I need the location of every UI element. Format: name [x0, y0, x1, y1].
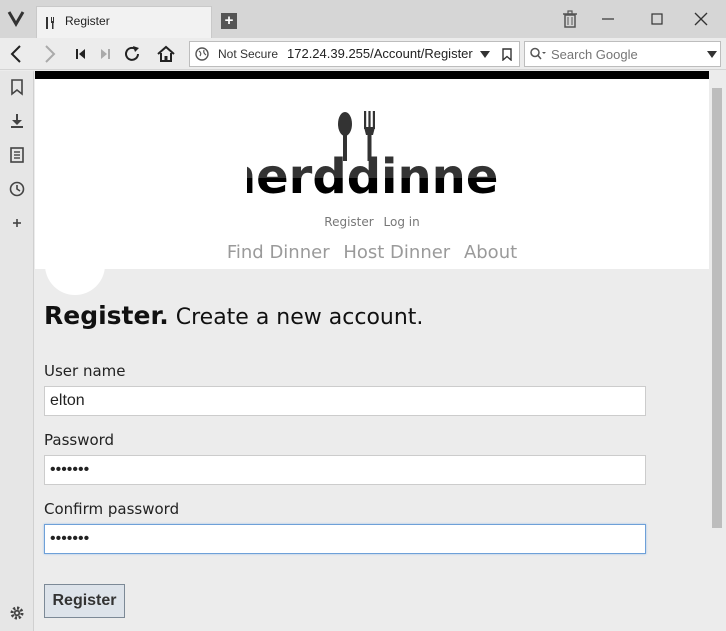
- add-web-panel-icon[interactable]: [8, 214, 26, 232]
- register-link[interactable]: Register: [324, 215, 373, 229]
- login-link[interactable]: Log in: [384, 215, 420, 229]
- nerddinner-logo[interactable]: nerddinner: [247, 109, 497, 201]
- browser-window: Register + Not Secure 172.24.39.255/Acco…: [0, 0, 726, 631]
- home-icon[interactable]: [155, 43, 177, 65]
- header-decoration: [45, 261, 105, 295]
- password-label: Password: [44, 431, 115, 449]
- nav-find-dinner[interactable]: Find Dinner: [227, 242, 330, 263]
- fork-knife-icon: [46, 17, 54, 29]
- tab-strip: Register +: [0, 0, 726, 38]
- forward-icon[interactable]: [38, 43, 60, 65]
- history-panel-icon[interactable]: [8, 180, 26, 198]
- page-title-strong: Register.: [44, 301, 169, 330]
- password-field[interactable]: [44, 455, 646, 485]
- maximize-icon[interactable]: [646, 8, 668, 30]
- bookmark-page-icon[interactable]: [502, 48, 512, 61]
- notes-panel-icon[interactable]: [8, 146, 26, 164]
- logo-text: nerddinner: [247, 149, 497, 201]
- reload-icon[interactable]: [121, 43, 143, 65]
- tab-title: Register: [65, 14, 110, 28]
- rewind-icon[interactable]: [70, 43, 92, 65]
- scrollbar-thumb[interactable]: [712, 88, 722, 528]
- page-subtitle: Create a new account.: [175, 305, 424, 330]
- confirm-password-field[interactable]: [44, 524, 646, 554]
- back-icon[interactable]: [6, 43, 28, 65]
- nav-about[interactable]: About: [464, 242, 517, 263]
- search-input[interactable]: [551, 45, 701, 63]
- security-status: Not Secure: [218, 47, 279, 61]
- vivaldi-menu-icon[interactable]: [6, 9, 26, 27]
- settings-icon[interactable]: [8, 604, 26, 622]
- minimize-icon[interactable]: [597, 8, 619, 30]
- username-label: User name: [44, 362, 126, 380]
- downloads-panel-icon[interactable]: [8, 112, 26, 130]
- url-text[interactable]: 172.24.39.255/Account/Register: [287, 46, 473, 61]
- trash-icon[interactable]: [559, 8, 581, 30]
- page-viewport: nerddinner Register Log in Find Dinner H…: [35, 71, 709, 631]
- main-nav: Find Dinner Host Dinner About: [35, 242, 709, 263]
- tab-register[interactable]: Register: [36, 6, 212, 38]
- search-engine-dropdown-icon[interactable]: [707, 51, 717, 58]
- navigation-toolbar: Not Secure 172.24.39.255/Account/Registe…: [0, 38, 726, 70]
- globe-icon: [195, 47, 209, 61]
- bookmarks-panel-icon[interactable]: [8, 78, 26, 96]
- page-title: Register. Create a new account.: [44, 301, 423, 330]
- page-scrollbar[interactable]: [709, 71, 726, 631]
- nav-host-dinner[interactable]: Host Dinner: [343, 242, 450, 263]
- browser-side-panel: [0, 71, 34, 631]
- confirm-password-label: Confirm password: [44, 500, 180, 518]
- search-icon: [530, 47, 546, 60]
- register-button[interactable]: Register: [44, 584, 125, 618]
- close-icon[interactable]: [690, 8, 712, 30]
- new-tab-button[interactable]: +: [221, 13, 237, 29]
- top-black-bar: [35, 71, 709, 79]
- username-field[interactable]: [44, 386, 646, 416]
- address-dropdown-icon[interactable]: [480, 51, 490, 58]
- site-header: nerddinner Register Log in Find Dinner H…: [35, 79, 709, 269]
- fast-forward-icon[interactable]: [94, 43, 116, 65]
- address-bar[interactable]: Not Secure 172.24.39.255/Account/Registe…: [189, 41, 520, 67]
- login-links: Register Log in: [35, 215, 709, 229]
- search-box[interactable]: [524, 41, 721, 67]
